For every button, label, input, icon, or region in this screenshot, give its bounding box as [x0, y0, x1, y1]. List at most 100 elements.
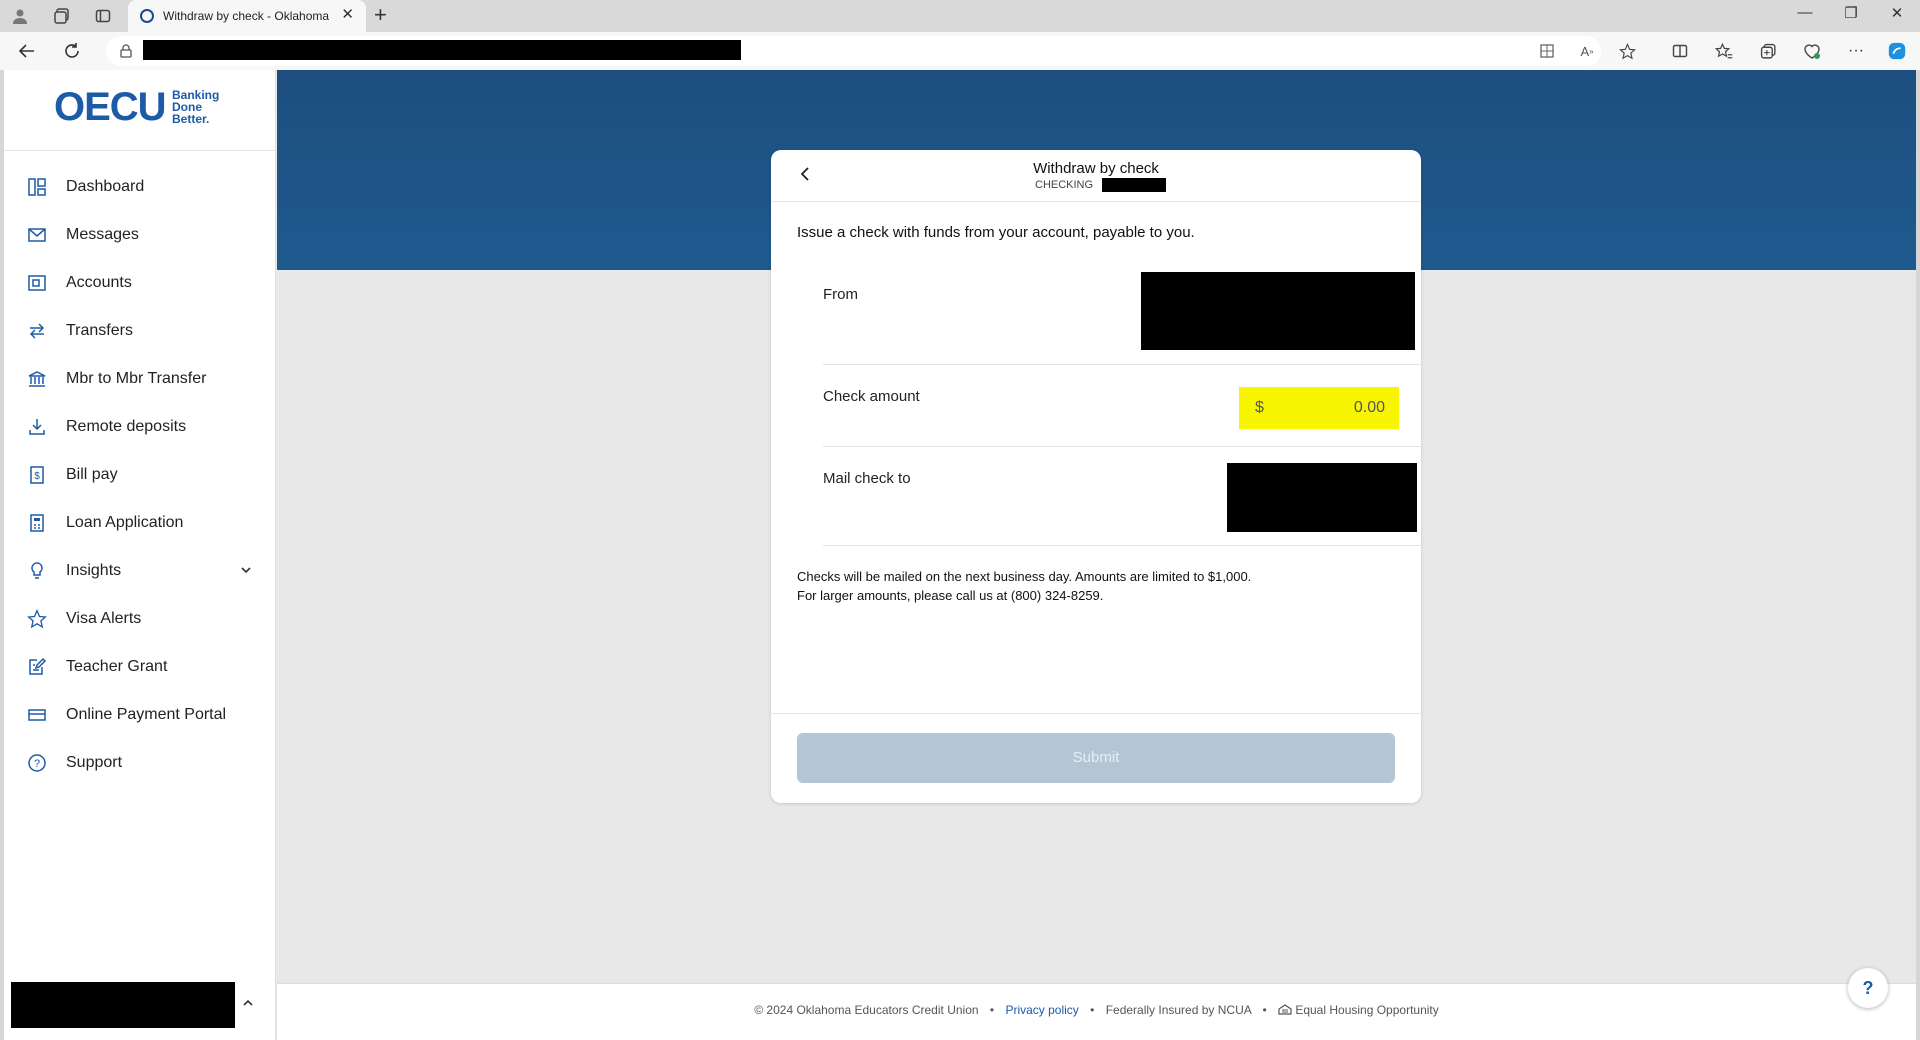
logo-tagline: Banking Done Better. — [172, 88, 220, 126]
sidebar-item-label: Online Payment Portal — [66, 706, 227, 723]
bank-icon — [26, 368, 48, 390]
equal-housing-text: Equal Housing Opportunity — [1295, 1003, 1439, 1017]
sidebar-item-support[interactable]: ? Support — [4, 741, 276, 785]
card-header-divider — [771, 201, 1421, 202]
close-tab-icon[interactable]: ✕ — [341, 7, 354, 23]
sidebar-item-label: Loan Application — [66, 514, 184, 531]
equal-housing-icon — [1278, 1003, 1292, 1017]
sidebar-item-bill-pay[interactable]: $ Bill pay — [4, 453, 276, 497]
account-number-redacted — [1102, 178, 1166, 192]
workspaces-icon[interactable] — [52, 6, 72, 26]
read-aloud-icon[interactable]: A» — [1577, 41, 1597, 61]
sidebar-item-dashboard[interactable]: Dashboard — [4, 165, 276, 209]
tab-actions-icon[interactable] — [93, 6, 113, 26]
limits-note-line2: For larger amounts, please call us at (8… — [797, 588, 1104, 603]
wallet-icon — [26, 272, 48, 294]
row-divider — [823, 446, 1421, 447]
sidebar: OECU Banking Done Better. Dashboard Mess… — [4, 70, 276, 1040]
calculator-icon — [26, 512, 48, 534]
currency-symbol: $ — [1255, 399, 1264, 416]
sidebar-item-teacher-grant[interactable]: Teacher Grant — [4, 645, 276, 689]
intro-text: Issue a check with funds from your accou… — [797, 224, 1195, 241]
footer-text: © 2024 Oklahoma Educators Credit Union •… — [277, 1003, 1916, 1017]
sidebar-divider — [4, 150, 276, 151]
row-divider — [823, 545, 1421, 546]
sidebar-item-visa-alerts[interactable]: Visa Alerts — [4, 597, 276, 641]
sidebar-item-label: Insights — [66, 562, 122, 579]
sidebar-item-online-payment-portal[interactable]: Online Payment Portal — [4, 693, 276, 737]
sidebar-item-label: Mbr to Mbr Transfer — [66, 370, 207, 387]
favorites-icon[interactable] — [1714, 41, 1734, 61]
browser-tab-bar: Withdraw by check - Oklahoma E ✕ + — ❐ ✕ — [0, 0, 1920, 32]
sidebar-item-label: Accounts — [66, 274, 132, 291]
profile-icon[interactable] — [10, 6, 30, 26]
edit-doc-icon — [26, 656, 48, 678]
separator-dot: • — [1090, 1003, 1095, 1017]
sidebar-item-label: Dashboard — [66, 178, 145, 195]
sidebar-item-loan-application[interactable]: Loan Application — [4, 501, 276, 545]
sidebar-item-label: Messages — [66, 226, 139, 243]
sidebar-item-remote-deposits[interactable]: Remote deposits — [4, 405, 276, 449]
sidebar-item-mbr-transfer[interactable]: Mbr to Mbr Transfer — [4, 357, 276, 401]
sidebar-item-accounts[interactable]: Accounts — [4, 261, 276, 305]
mailing-address-redacted[interactable] — [1227, 463, 1417, 532]
split-screen-icon[interactable] — [1670, 41, 1690, 61]
card-footer-divider — [771, 713, 1421, 714]
row-divider — [823, 364, 1421, 365]
dollar-doc-icon: $ — [26, 464, 48, 486]
app-window: OECU Banking Done Better. Dashboard Mess… — [4, 70, 1916, 1040]
sidebar-item-transfers[interactable]: Transfers — [4, 309, 276, 353]
withdraw-check-card: Withdraw by check CHECKING Issue a check… — [771, 150, 1421, 803]
account-subtitle: CHECKING — [1035, 179, 1094, 191]
app-available-icon[interactable] — [1537, 41, 1557, 61]
sidebar-item-messages[interactable]: Messages — [4, 213, 276, 257]
close-window-icon[interactable]: ✕ — [1882, 4, 1912, 22]
site-favicon-icon — [140, 9, 154, 23]
chevron-down-icon[interactable] — [240, 564, 252, 579]
url-redacted — [143, 40, 741, 60]
collections-icon[interactable] — [1758, 41, 1778, 61]
separator-dot: • — [989, 1003, 995, 1017]
limits-note: Checks will be mailed on the next busine… — [797, 567, 1251, 605]
restore-icon[interactable]: ❐ — [1836, 4, 1866, 22]
svg-text:?: ? — [34, 758, 40, 770]
dashboard-icon — [26, 176, 48, 198]
check-amount-input[interactable]: $ 0.00 — [1239, 387, 1399, 429]
sidebar-item-label: Remote deposits — [66, 418, 187, 435]
sidebar-item-insights[interactable]: Insights — [4, 549, 276, 593]
sidebar-item-label: Support — [66, 754, 123, 771]
separator-dot: • — [1262, 1003, 1267, 1017]
active-tab[interactable]: Withdraw by check - Oklahoma E ✕ — [128, 0, 366, 32]
ncua-text: Federally Insured by NCUA — [1105, 1003, 1252, 1017]
new-tab-button[interactable]: + — [374, 4, 387, 26]
download-icon — [26, 416, 48, 438]
browser-essentials-icon[interactable] — [1802, 41, 1822, 61]
sidebar-item-label: Visa Alerts — [66, 610, 142, 627]
mail-icon — [26, 224, 48, 246]
mail-check-to-label: Mail check to — [823, 470, 911, 487]
card-title: Withdraw by check — [1033, 160, 1159, 177]
sidebar-item-label: Bill pay — [66, 466, 118, 483]
check-amount-label: Check amount — [823, 388, 920, 405]
user-profile-redacted[interactable] — [11, 982, 235, 1028]
transfer-arrows-icon — [26, 320, 48, 342]
copyright-text: © 2024 Oklahoma Educators Credit Union — [754, 1003, 979, 1017]
privacy-policy-link[interactable]: Privacy policy — [1005, 1003, 1078, 1017]
chevron-up-icon[interactable] — [242, 996, 254, 1012]
tab-title: Withdraw by check - Oklahoma E — [163, 9, 333, 23]
favorite-star-icon[interactable] — [1617, 41, 1637, 61]
sidebar-item-label: Transfers — [66, 322, 133, 339]
copilot-icon[interactable] — [1887, 41, 1907, 61]
refresh-icon[interactable] — [61, 40, 83, 62]
submit-button[interactable]: Submit — [797, 733, 1395, 783]
back-icon[interactable] — [16, 40, 38, 62]
help-button[interactable]: ? — [1848, 968, 1888, 1008]
help-circle-icon: ? — [26, 752, 48, 774]
more-menu-icon[interactable]: ··· — [1846, 41, 1866, 61]
limits-note-line1: Checks will be mailed on the next busine… — [797, 569, 1252, 584]
star-icon — [26, 608, 48, 630]
minimize-icon[interactable]: — — [1790, 4, 1820, 21]
lightbulb-icon — [26, 560, 48, 582]
from-account-redacted[interactable] — [1141, 272, 1415, 350]
card-icon — [26, 704, 48, 726]
